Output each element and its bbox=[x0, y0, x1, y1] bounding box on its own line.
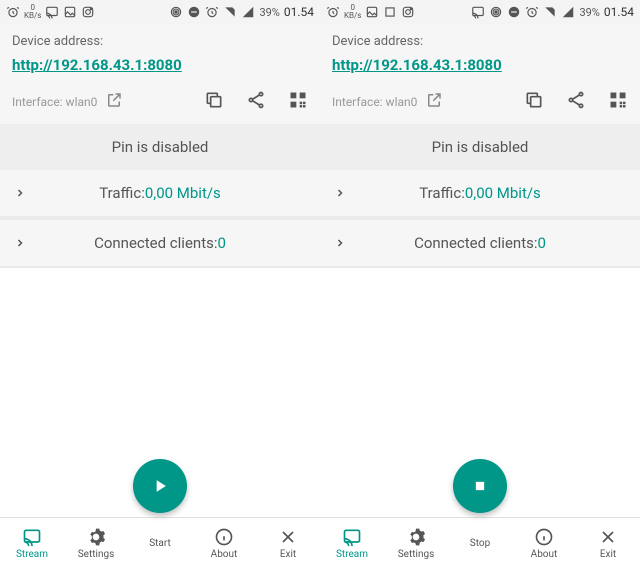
fab-stop[interactable] bbox=[453, 459, 507, 513]
close-icon bbox=[278, 527, 298, 547]
traffic-row[interactable]: Traffic: 0,00 Mbit/s bbox=[320, 170, 640, 218]
alarm-icon bbox=[6, 5, 20, 19]
device-address-label: Device address: bbox=[332, 34, 628, 49]
clients-value: 0 bbox=[217, 234, 225, 252]
image-icon bbox=[365, 5, 379, 19]
nav-about[interactable]: About bbox=[512, 527, 576, 560]
chevron-right-icon bbox=[334, 187, 346, 199]
traffic-label: Traffic: bbox=[99, 184, 145, 202]
instagram-icon bbox=[81, 5, 95, 19]
interface-label: Interface: wlan0 bbox=[332, 95, 417, 109]
cast-icon bbox=[342, 527, 362, 547]
traffic-row[interactable]: Traffic: 0,00 Mbit/s bbox=[0, 170, 320, 218]
open-external-icon[interactable] bbox=[423, 91, 443, 113]
cast-icon bbox=[471, 5, 485, 19]
instagram-icon bbox=[401, 5, 415, 19]
close-icon bbox=[598, 527, 618, 547]
share-icon[interactable] bbox=[246, 90, 266, 114]
share-icon[interactable] bbox=[566, 90, 586, 114]
clients-label: Connected clients: bbox=[94, 234, 217, 252]
qr-icon[interactable] bbox=[288, 90, 308, 114]
pin-status: Pin is disabled bbox=[320, 124, 640, 170]
status-bar: 0KB/s 39% 01.54 bbox=[320, 0, 640, 24]
phone-right: 0KB/s 39% 01.54 Device address: http://1… bbox=[320, 0, 640, 569]
clients-label: Connected clients: bbox=[414, 234, 537, 252]
cast-icon bbox=[22, 527, 42, 547]
info-icon bbox=[214, 527, 234, 547]
nav-stop[interactable]: Stop bbox=[448, 538, 512, 549]
copy-icon[interactable] bbox=[204, 90, 224, 114]
battery-text: 39% bbox=[579, 6, 599, 19]
play-icon bbox=[150, 476, 170, 496]
device-address-section: Device address: http://192.168.43.1:8080 bbox=[0, 24, 320, 82]
nav-start[interactable]: Start bbox=[128, 538, 192, 549]
battery-text: 39% bbox=[259, 6, 279, 19]
stop-icon bbox=[470, 476, 490, 496]
clients-value: 0 bbox=[537, 234, 545, 252]
device-address-section: Device address: http://192.168.43.1:8080 bbox=[320, 24, 640, 82]
nav-stream[interactable]: Stream bbox=[0, 527, 64, 560]
pin-status: Pin is disabled bbox=[0, 124, 320, 170]
clients-row[interactable]: Connected clients: 0 bbox=[0, 220, 320, 268]
chevron-right-icon bbox=[14, 237, 26, 249]
status-bar: 0KB/s 39% 01.54 bbox=[0, 0, 320, 24]
nav-about[interactable]: About bbox=[192, 527, 256, 560]
dnd-icon bbox=[187, 5, 201, 19]
no-sim-icon bbox=[543, 5, 557, 19]
nav-exit[interactable]: Exit bbox=[576, 527, 640, 560]
signal-icon bbox=[241, 5, 255, 19]
dnd-icon bbox=[507, 5, 521, 19]
alarm-icon bbox=[205, 5, 219, 19]
nav-settings[interactable]: Settings bbox=[64, 527, 128, 560]
network-speed: 0KB/s bbox=[24, 4, 41, 20]
interface-label: Interface: wlan0 bbox=[12, 95, 97, 109]
hotspot-icon bbox=[169, 5, 183, 19]
device-address-label: Device address: bbox=[12, 34, 308, 49]
gear-icon bbox=[406, 527, 426, 547]
signal-icon bbox=[561, 5, 575, 19]
square-icon bbox=[383, 5, 397, 19]
nav-settings[interactable]: Settings bbox=[384, 527, 448, 560]
nav-exit[interactable]: Exit bbox=[256, 527, 320, 560]
chevron-right-icon bbox=[14, 187, 26, 199]
image-icon bbox=[63, 5, 77, 19]
gear-icon bbox=[86, 527, 106, 547]
nav-stream[interactable]: Stream bbox=[320, 527, 384, 560]
alarm-icon bbox=[525, 5, 539, 19]
bottom-nav: Stream Settings Stop About Exit bbox=[320, 517, 640, 569]
traffic-label: Traffic: bbox=[419, 184, 465, 202]
clock-text: 01.54 bbox=[284, 5, 314, 19]
device-address-url[interactable]: http://192.168.43.1:8080 bbox=[12, 56, 182, 74]
chevron-right-icon bbox=[334, 237, 346, 249]
copy-icon[interactable] bbox=[524, 90, 544, 114]
open-external-icon[interactable] bbox=[103, 91, 123, 113]
device-address-url[interactable]: http://192.168.43.1:8080 bbox=[332, 56, 502, 74]
network-speed: 0KB/s bbox=[344, 4, 361, 20]
fab-start[interactable] bbox=[133, 459, 187, 513]
no-sim-icon bbox=[223, 5, 237, 19]
qr-icon[interactable] bbox=[608, 90, 628, 114]
clock-text: 01.54 bbox=[604, 5, 634, 19]
alarm-icon bbox=[326, 5, 340, 19]
bottom-nav: Stream Settings Start About Exit bbox=[0, 517, 320, 569]
traffic-value: 0,00 Mbit/s bbox=[465, 184, 541, 202]
clients-row[interactable]: Connected clients: 0 bbox=[320, 220, 640, 268]
traffic-value: 0,00 Mbit/s bbox=[145, 184, 221, 202]
hotspot-icon bbox=[489, 5, 503, 19]
cast-icon bbox=[45, 5, 59, 19]
phone-left: 0KB/s 39% 01.54 Device address: http://1… bbox=[0, 0, 320, 569]
info-icon bbox=[534, 527, 554, 547]
